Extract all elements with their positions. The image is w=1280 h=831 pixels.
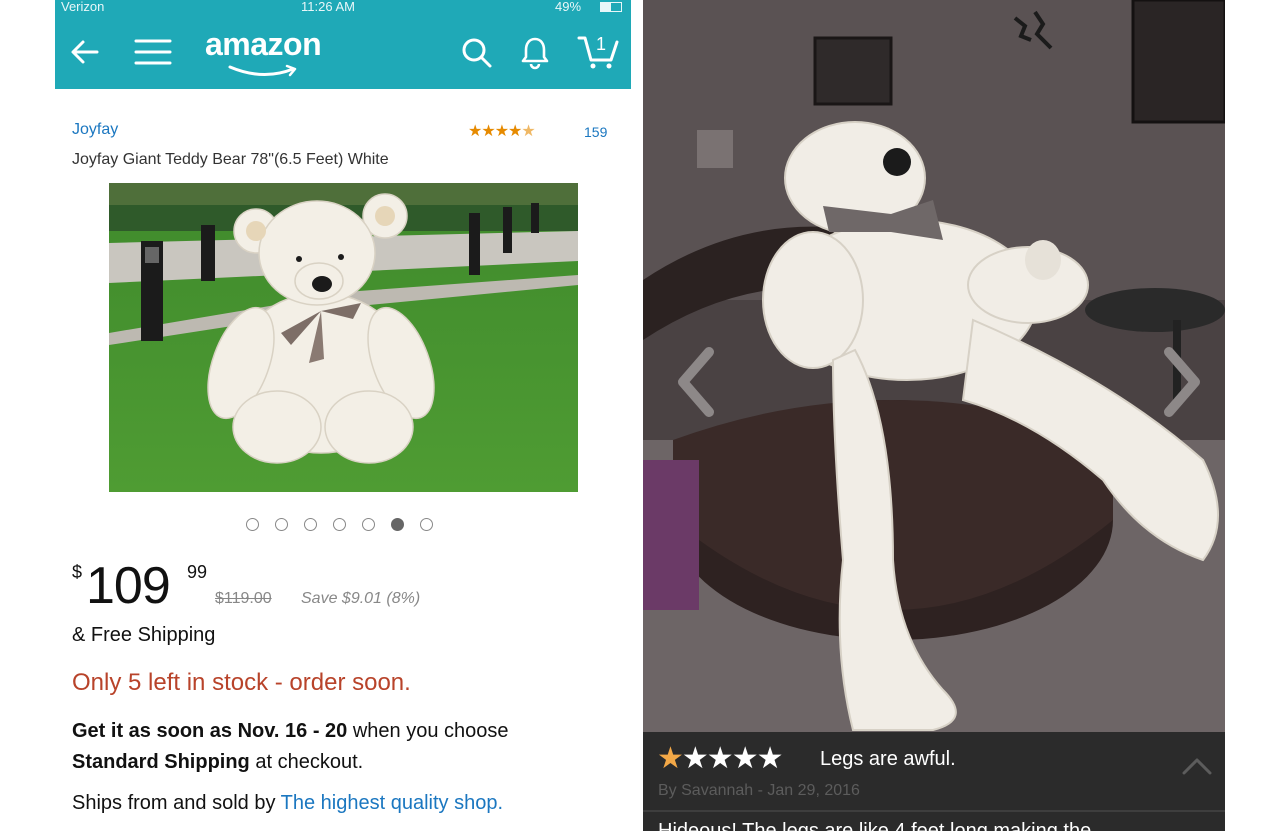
review-body: Hideous! The legs are like 4 feet long m… (658, 820, 1092, 831)
seller-info: Ships from and sold by The highest quali… (72, 792, 503, 815)
price-fraction: 99 (187, 562, 208, 582)
review-title: Legs are awful. (820, 748, 956, 770)
carrier-label: Verizon (61, 0, 105, 14)
image-carousel-dots[interactable] (246, 518, 433, 531)
delivery-suffix: at checkout. (249, 751, 364, 773)
carousel-dot[interactable] (246, 518, 259, 531)
carousel-dot[interactable] (275, 518, 288, 531)
savings-text: Save $9.01 (8%) (301, 590, 421, 607)
rating-stars[interactable]: ★★★★★ (468, 121, 536, 141)
delivery-date: Get it as soon as Nov. 16 - 20 (72, 720, 348, 742)
back-arrow-icon[interactable] (67, 34, 103, 75)
status-bar: Verizon 11:26 AM 49% (55, 0, 631, 16)
product-title: Joyfay Giant Teddy Bear 78"(6.5 Feet) Wh… (72, 151, 389, 168)
carousel-dot[interactable] (420, 518, 433, 531)
review-summary-bar[interactable]: ★★★★★ Legs are awful. By Savannah - Jan … (643, 732, 1225, 831)
delivery-middle: when you choose (347, 720, 509, 742)
chevron-up-icon[interactable] (1181, 756, 1213, 776)
stock-warning: Only 5 left in stock - order soon. (72, 669, 411, 696)
carousel-dot[interactable] (333, 518, 346, 531)
free-shipping-text: & Free Shipping (72, 624, 216, 646)
amazon-nav-bar: amazon 1 (55, 16, 631, 89)
review-photo[interactable] (643, 0, 1225, 732)
cart-count: 1 (596, 34, 606, 54)
cart-icon[interactable]: 1 (577, 28, 621, 75)
review-photo-screenshot: ★★★★★ Legs are awful. By Savannah - Jan … (643, 0, 1225, 831)
amazon-logo[interactable]: amazon (205, 26, 322, 63)
hamburger-menu-icon[interactable] (133, 34, 173, 75)
battery-icon (600, 2, 622, 12)
price-currency: $ (72, 562, 83, 582)
review-count-link[interactable]: 159 (584, 124, 607, 140)
seller-prefix: Ships from and sold by (72, 792, 281, 814)
seller-link[interactable]: The highest quality shop. (281, 792, 503, 814)
delivery-estimate: Get it as soon as Nov. 16 - 20 when you … (72, 716, 622, 778)
carousel-dot[interactable] (362, 518, 375, 531)
delivery-method: Standard Shipping (72, 751, 250, 773)
battery-percent: 49% (555, 0, 582, 14)
review-rating-stars: ★★★★★ (657, 742, 783, 775)
amazon-smile-icon (228, 64, 297, 77)
product-image[interactable] (109, 183, 578, 492)
product-page-screenshot: Verizon 11:26 AM 49% amazon 1 Joyfay ★★★… (55, 0, 631, 831)
review-byline: By Savannah - Jan 29, 2016 (658, 782, 860, 799)
list-price: $119.00 (215, 590, 272, 607)
divider (643, 810, 1225, 812)
brand-link[interactable]: Joyfay (72, 121, 118, 139)
clock: 11:26 AM (301, 0, 355, 14)
bell-icon[interactable] (517, 34, 553, 75)
carousel-dot-active[interactable] (391, 518, 404, 531)
price-whole: 109 (86, 557, 171, 615)
carousel-dot[interactable] (304, 518, 317, 531)
search-icon[interactable] (459, 34, 495, 75)
